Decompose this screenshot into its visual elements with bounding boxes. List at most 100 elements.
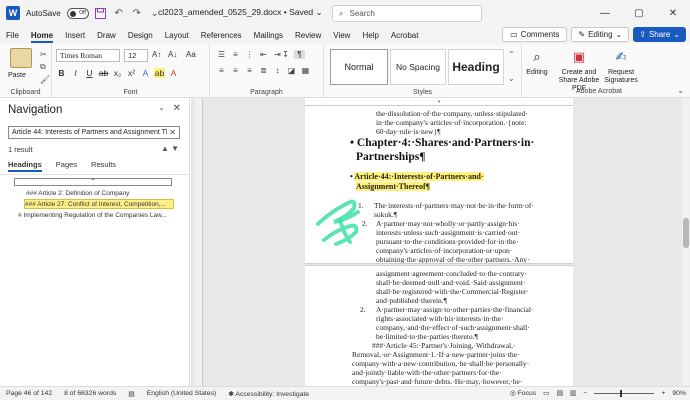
autosave-toggle[interactable]: Off xyxy=(66,7,89,19)
tab-insert[interactable]: Insert xyxy=(59,26,91,44)
align-center-icon[interactable]: ≡ xyxy=(230,66,241,75)
chapter-heading[interactable]: • Chapter·4:·Shares·and·Partners·in· Par… xyxy=(350,136,534,164)
word-count[interactable]: 8 of 66326 words xyxy=(58,390,122,397)
save-icon[interactable] xyxy=(95,7,107,19)
style-no-spacing[interactable]: No Spacing xyxy=(390,49,446,85)
search-icon: ⌕ xyxy=(339,8,344,18)
scrollbar-thumb[interactable] xyxy=(683,218,689,248)
nav-tab-results[interactable]: Results xyxy=(91,160,116,172)
paste-icon[interactable] xyxy=(10,48,32,68)
align-right-icon[interactable]: ≡ xyxy=(244,66,255,75)
align-left-icon[interactable]: ≡ xyxy=(216,66,227,75)
underline-icon[interactable]: U xyxy=(84,68,95,78)
editing-mode-button[interactable]: ✎ Editing ⌄ xyxy=(571,27,630,42)
decrease-indent-icon[interactable]: ⇤ xyxy=(258,50,269,59)
cut-icon[interactable]: ✂ xyxy=(40,50,50,59)
print-layout-icon[interactable]: ▤ xyxy=(557,389,563,397)
read-mode-icon[interactable]: ▭ xyxy=(543,389,549,397)
change-case-icon[interactable]: Aa xyxy=(186,50,196,59)
share-button[interactable]: ⇪ Share ⌄ xyxy=(633,27,686,42)
copy-icon[interactable]: ⧉ xyxy=(40,62,50,72)
italic-icon[interactable]: I xyxy=(70,68,81,78)
comments-button[interactable]: ▭ Comments xyxy=(502,27,568,42)
editing-button[interactable]: ⌕ Editing xyxy=(522,48,552,77)
format-painter-icon[interactable]: 🖌 xyxy=(40,75,50,84)
tab-home[interactable]: Home xyxy=(25,26,59,44)
styles-scroll-icon[interactable]: ⌃ xyxy=(508,50,515,59)
close-icon[interactable]: ✕ xyxy=(656,0,690,26)
grow-font-icon[interactable]: A↑ xyxy=(152,50,161,59)
collapse-ribbon-icon[interactable]: ⌄ xyxy=(677,86,684,95)
close-icon[interactable]: ✕ xyxy=(173,103,181,114)
multilevel-list-icon[interactable]: ⋮ xyxy=(244,50,255,59)
nav-heading-item-selected[interactable]: ### Article 27: Conflict of Interest, Co… xyxy=(24,199,174,209)
nav-heading-item[interactable]: ### Article 2: Definition of Company xyxy=(26,189,176,199)
style-normal[interactable]: Normal xyxy=(330,49,388,85)
bold-icon[interactable]: B xyxy=(56,68,67,78)
search-input[interactable]: ⌕ Search xyxy=(332,5,482,22)
tab-acrobat[interactable]: Acrobat xyxy=(385,26,425,44)
collapse-headings-icon[interactable]: ⌃ xyxy=(14,178,172,186)
borders-icon[interactable]: ▦ xyxy=(300,66,311,75)
result-nav-arrows-icon[interactable]: ▲ ▼ xyxy=(161,144,179,153)
shrink-font-icon[interactable]: A↓ xyxy=(168,50,177,59)
web-layout-icon[interactable]: ▥ xyxy=(570,389,576,397)
create-share-pdf-button[interactable]: ▣ Create and Share Adobe PDF xyxy=(554,48,604,93)
navigation-search-input[interactable]: Article 44: Interests of Partners and As… xyxy=(8,126,180,139)
superscript-icon[interactable]: x² xyxy=(126,68,137,78)
styles-more-icon[interactable]: ⌄ xyxy=(508,74,515,83)
page-count[interactable]: Page 46 of 142 xyxy=(0,390,58,397)
tab-file[interactable]: File xyxy=(0,26,25,44)
ruler-marker-icon[interactable]: ▾ xyxy=(438,99,441,105)
highlight-color-icon[interactable]: ab xyxy=(154,68,165,78)
paragraph-group: ☰ ≡ ⋮ ⇤ ⇥ ≡ ≡ ≡ ≣ ↕ ◪ ▦ ↧ ¶ Paragraph xyxy=(210,44,324,98)
tab-design[interactable]: Design xyxy=(122,26,159,44)
chevron-down-icon[interactable]: ⌄ xyxy=(158,103,165,112)
divider xyxy=(0,174,189,175)
line-spacing-icon[interactable]: ↕ xyxy=(272,66,283,75)
numbering-icon[interactable]: ≡ xyxy=(230,50,241,59)
justify-icon[interactable]: ≣ xyxy=(258,66,269,75)
document-title[interactable]: cl2023_amended_0525_29.docx • Saved ⌄ xyxy=(158,7,323,18)
tab-layout[interactable]: Layout xyxy=(159,26,195,44)
redo-icon[interactable]: ↷ xyxy=(131,7,143,19)
sort-icon[interactable]: ↧ xyxy=(280,50,291,59)
font-color-icon[interactable]: A xyxy=(168,68,179,78)
bullets-icon[interactable]: ☰ xyxy=(216,50,227,59)
clipboard-group-label: Clipboard xyxy=(10,89,41,96)
shading-icon[interactable]: ◪ xyxy=(286,66,297,75)
tab-mailings[interactable]: Mailings xyxy=(248,26,289,44)
tab-draw[interactable]: Draw xyxy=(91,26,122,44)
zoom-in-icon[interactable]: + xyxy=(661,390,665,397)
clear-search-icon[interactable]: ✕ xyxy=(167,127,176,138)
zoom-slider[interactable] xyxy=(594,389,655,397)
nav-tab-pages[interactable]: Pages xyxy=(56,160,77,172)
tab-help[interactable]: Help xyxy=(356,26,384,44)
zoom-out-icon[interactable]: − xyxy=(583,390,587,397)
article-heading[interactable]: • Article·44:·Interests·of·Partners·and· xyxy=(350,172,484,182)
text-effects-icon[interactable]: A xyxy=(140,68,151,78)
doc-line[interactable]: The·interests·of·partners·may·not·be·in·… xyxy=(374,201,534,211)
minimize-icon[interactable]: — xyxy=(588,0,622,26)
language[interactable]: English (United States) xyxy=(141,390,223,397)
nav-tab-headings[interactable]: Headings xyxy=(8,160,42,172)
show-formatting-icon[interactable]: ¶ xyxy=(294,50,305,59)
focus-button[interactable]: ◎ Focus xyxy=(510,389,536,397)
font-name-select[interactable]: Times Roman xyxy=(56,49,120,62)
subscript-icon[interactable]: x₂ xyxy=(112,68,123,78)
maximize-icon[interactable]: ▢ xyxy=(622,0,656,26)
request-signatures-button[interactable]: ✍ Request Signatures xyxy=(602,48,640,85)
proofing-icon[interactable]: ▤ xyxy=(122,390,140,398)
paste-button[interactable]: Paste xyxy=(8,72,26,79)
accessibility-status[interactable]: ✱ Accessibility: Investigate xyxy=(222,390,315,398)
strikethrough-icon[interactable]: ab xyxy=(98,68,109,78)
zoom-level[interactable]: 90% xyxy=(672,390,686,397)
style-heading[interactable]: Heading xyxy=(448,49,504,85)
tab-review[interactable]: Review xyxy=(289,26,327,44)
undo-icon[interactable]: ↶ xyxy=(113,7,125,19)
tab-references[interactable]: References xyxy=(195,26,248,44)
nav-heading-item[interactable]: # Implementing Regulation of the Compani… xyxy=(18,211,174,221)
vertical-scrollbar[interactable] xyxy=(682,98,690,386)
tab-view[interactable]: View xyxy=(327,26,356,44)
font-size-select[interactable]: 12 xyxy=(124,49,148,62)
